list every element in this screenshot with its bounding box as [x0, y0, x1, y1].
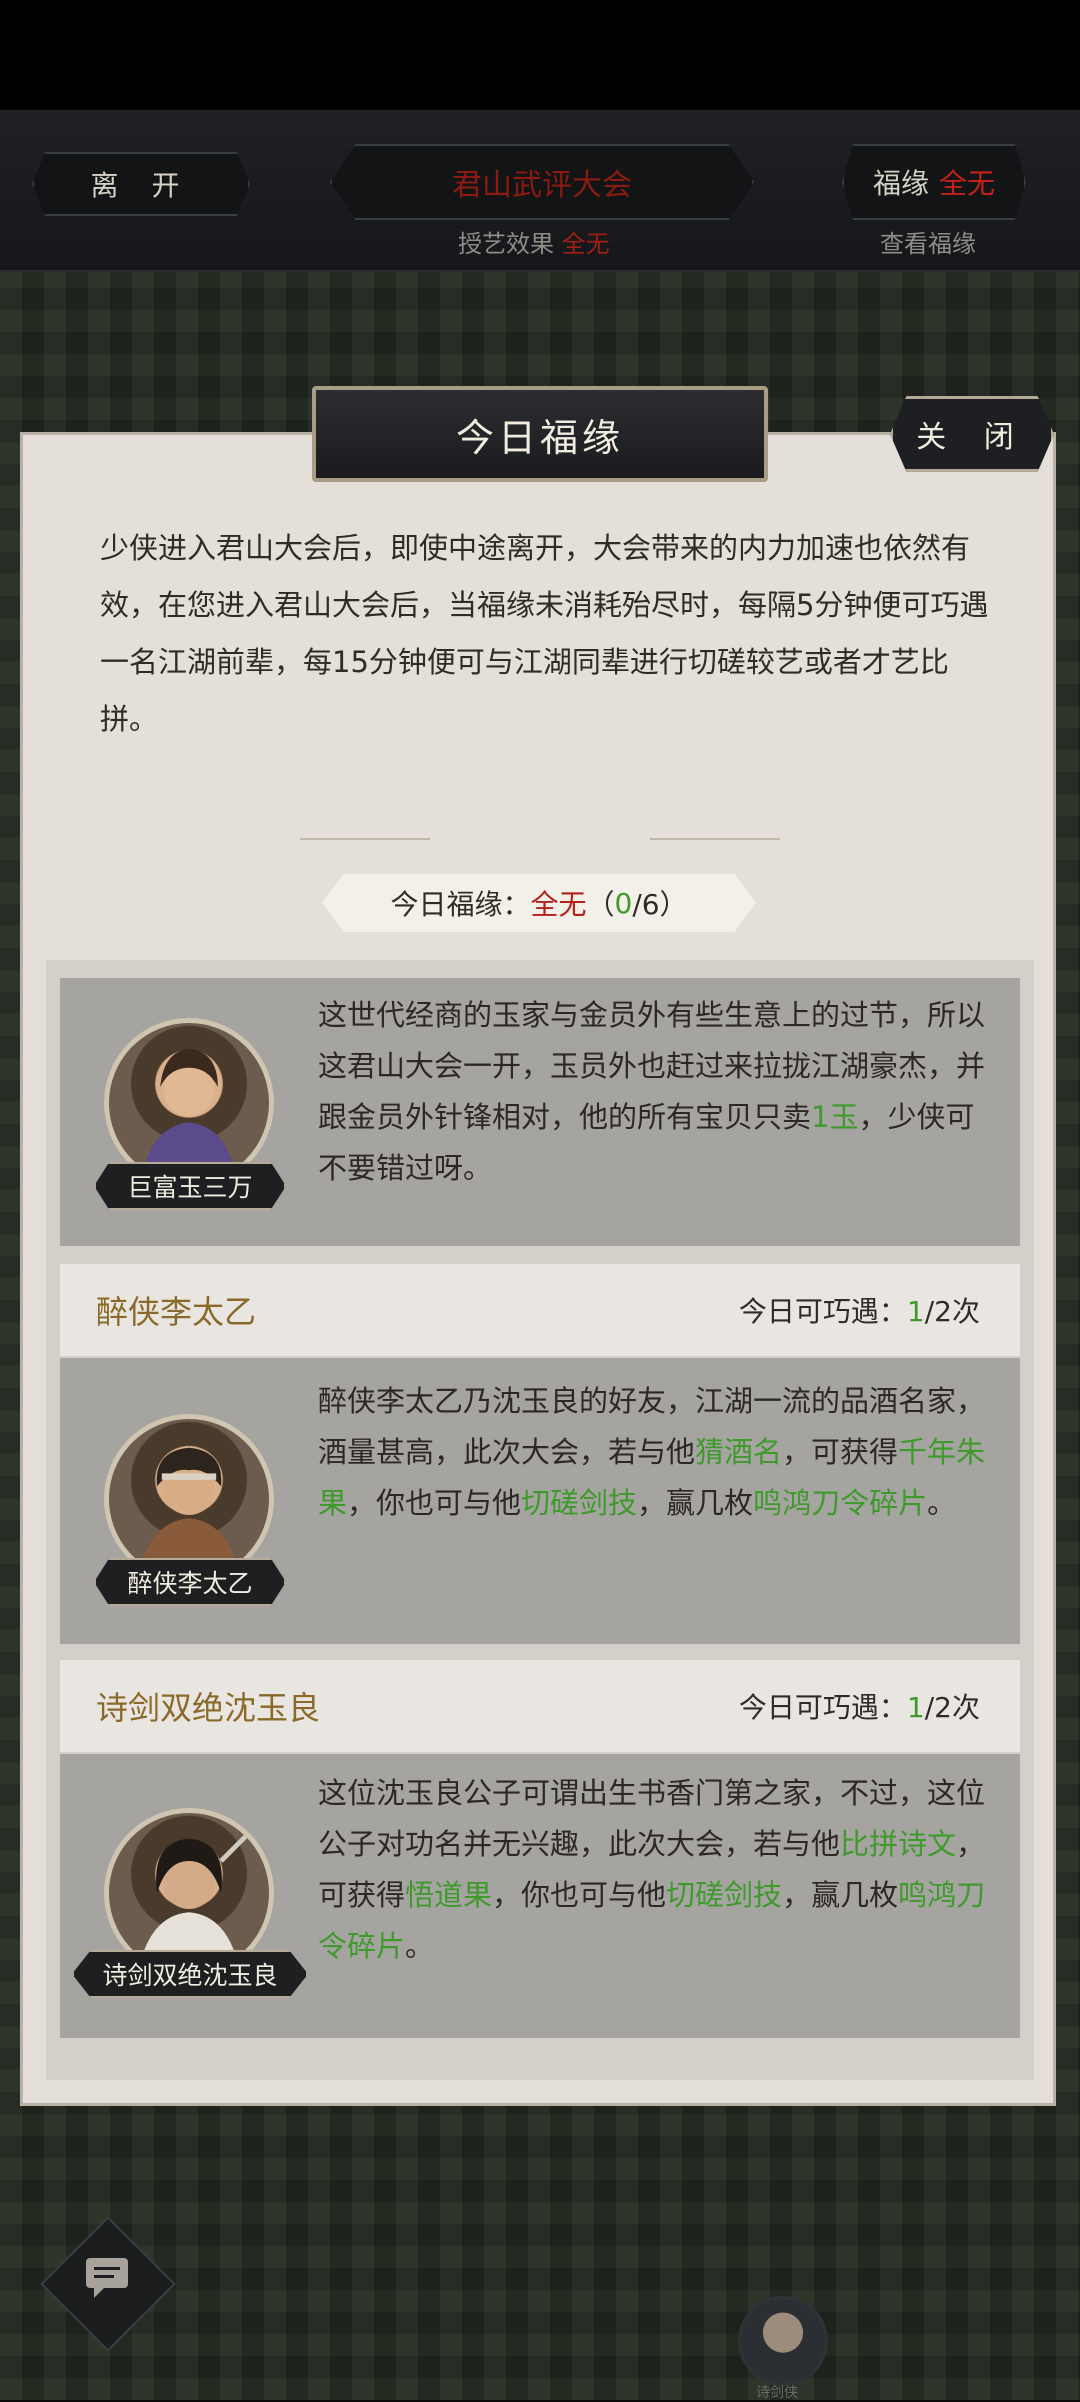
highlight-guess-wine: 猜酒名: [695, 1435, 783, 1469]
meet-total: /2次: [924, 1295, 980, 1328]
dialog-title: 今日福缘: [312, 386, 768, 482]
meet-label: 今日可巧遇：: [738, 1295, 907, 1328]
fortune-count-total: /6）: [632, 888, 688, 921]
status-bar: [0, 0, 1080, 110]
chat-icon: [86, 2258, 128, 2298]
text-part: ，赢几枚: [782, 1878, 899, 1912]
teach-effect: 授艺效果 全无: [458, 224, 610, 259]
fortune-count-paren: （: [586, 888, 615, 921]
npc-name: 诗剑双绝沈玉良: [96, 1689, 321, 1727]
close-button[interactable]: 关 闭: [890, 396, 1054, 472]
npc-header-zuixia: 醉侠李太乙 今日可巧遇：1/2次: [60, 1264, 1020, 1356]
meet-label: 今日可巧遇：: [738, 1691, 907, 1724]
divider-right: [650, 838, 780, 840]
dialog-description: 少侠进入君山大会后，即使中途离开，大会带来的内力加速也依然有效，在您进入君山大会…: [100, 531, 989, 736]
text-part: ，你也可与他: [347, 1486, 522, 1520]
highlight-poetry: 比拼诗文: [840, 1827, 957, 1861]
meet-current: 1: [906, 1691, 925, 1724]
event-title: 君山武评大会: [330, 144, 754, 220]
divider-left: [300, 838, 430, 840]
text-part: ，你也可与他: [492, 1878, 667, 1912]
fortune-count-value: 全无: [530, 888, 587, 921]
meet-count: 今日可巧遇：1/2次: [739, 1290, 980, 1330]
text-part: ，可获得: [782, 1435, 899, 1469]
teach-effect-value: 全无: [561, 230, 610, 258]
npc-nameplate-zuixia: 醉侠李太乙: [94, 1558, 286, 1606]
fortune-value: 全无: [939, 167, 996, 200]
top-bar: 离 开 君山武评大会 福缘 全无 授艺效果 全无 查看福缘: [0, 110, 1080, 272]
npc-text-jufu: 这世代经商的玉家与金员外有些生意上的过节，所以这君山大会一开，玉员外也赶过来拉拢…: [318, 990, 998, 1194]
meet-count: 今日可巧遇：1/2次: [739, 1686, 980, 1726]
highlight-reward: 悟道果: [405, 1878, 493, 1912]
npc-nameplate-jufu: 巨富玉三万: [94, 1162, 286, 1210]
meet-total: /2次: [924, 1691, 980, 1724]
highlight-spar: 切磋剑技: [521, 1486, 638, 1520]
npc-text-shijian: 这位沈玉良公子可谓出生书香门第之家，不过，这位公子对功名并无兴趣，此次大会，若与…: [318, 1768, 998, 1972]
fortune-count-current: 0: [614, 886, 633, 920]
leave-button[interactable]: 离 开: [32, 152, 250, 216]
text-part: ，赢几枚: [637, 1486, 754, 1520]
player-mini-label: 诗剑侠: [756, 2385, 798, 2401]
meet-current: 1: [906, 1295, 925, 1328]
teach-effect-label: 授艺效果: [458, 230, 554, 258]
npc-name: 醉侠李太乙: [96, 1293, 257, 1331]
npc-nameplate-shijian: 诗剑双绝沈玉良: [72, 1950, 308, 1998]
highlight-spar: 切磋剑技: [666, 1878, 783, 1912]
text-part: 。: [927, 1486, 957, 1520]
player-mini-avatar[interactable]: [738, 2296, 828, 2386]
fortune-button[interactable]: 福缘 全无: [842, 144, 1026, 220]
fortune-count-label: 今日福缘：: [390, 888, 531, 921]
highlight-fragment: 鸣鸿刀令碎片: [753, 1486, 928, 1520]
view-fortune-link[interactable]: 查看福缘: [880, 224, 976, 259]
npc-portrait-icon: [137, 1447, 241, 1579]
npc-header-shijian: 诗剑双绝沈玉良 今日可巧遇：1/2次: [60, 1660, 1020, 1752]
price-highlight: 1玉: [811, 1100, 859, 1134]
today-fortune-count: 今日福缘： 全无 （ 0 /6）: [322, 874, 756, 932]
text-part: 。: [405, 1929, 435, 1963]
npc-portrait-icon: [141, 1048, 237, 1183]
fortune-label: 福缘: [872, 167, 929, 200]
npc-text-zuixia: 醉侠李太乙乃沈玉良的好友，江湖一流的品酒名家，酒量甚高，此次大会，若与他猜酒名，…: [318, 1376, 998, 1529]
npc-portrait-icon: [137, 1824, 258, 1973]
